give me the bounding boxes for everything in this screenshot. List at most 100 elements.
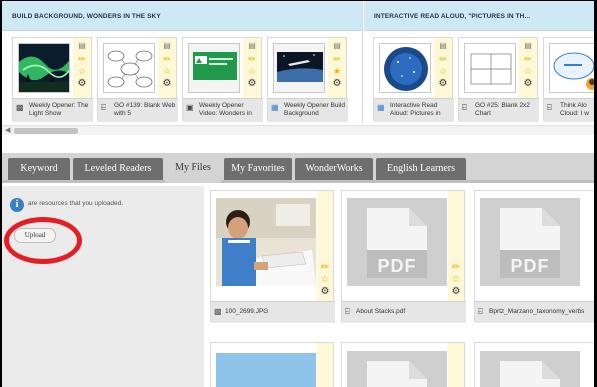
file-thumbnail-pdf[interactable]: PDF bbox=[347, 198, 447, 286]
resource-thumbnail[interactable] bbox=[464, 43, 516, 93]
section-divider bbox=[362, 1, 364, 123]
tab-leveled-readers[interactable]: Leveled Readers bbox=[73, 158, 163, 180]
lesson-planner-icon[interactable]: ▤ bbox=[330, 41, 344, 51]
file-thumbnail-photo[interactable] bbox=[216, 353, 316, 387]
gear-icon[interactable]: ⚙ bbox=[160, 79, 174, 89]
resource-caption[interactable]: ▦ Interactive Read Aloud: Pictures in bbox=[374, 98, 454, 122]
star-outline-icon[interactable]: ☆ bbox=[436, 66, 450, 76]
file-card[interactable] bbox=[210, 342, 334, 387]
file-thumbnail-pdf[interactable]: PDF bbox=[480, 198, 580, 286]
resource-thumbnail[interactable] bbox=[549, 43, 594, 93]
card-action-rail: ▤ ✏ ☆ ⚙ bbox=[158, 38, 176, 98]
file-card[interactable]: PDF ✏ ☆ ⚙ ⍇ About Stacks.pdf bbox=[341, 190, 466, 323]
gear-icon[interactable]: ⚙ bbox=[521, 79, 535, 89]
file-thumbnail-pdf[interactable] bbox=[347, 351, 447, 387]
resource-card[interactable]: ▤ ✏ ☆ ⚙ ⍇ GO #25: Blank 2x2 Chart bbox=[458, 37, 539, 122]
pdf-placeholder bbox=[347, 351, 447, 387]
resource-thumbnail[interactable] bbox=[188, 43, 240, 93]
info-icon: i bbox=[10, 198, 24, 212]
resource-card[interactable]: ▤ ✏ ☆ ⚙ ▣ Weekly Opener Video: Wonders i… bbox=[182, 37, 263, 122]
resource-card[interactable]: ▤ ✏ ★ ⚙ ▦ Weekly Opener Build Background bbox=[267, 37, 348, 122]
resource-caption[interactable]: ⍇ GO #25: Blank 2x2 Chart bbox=[459, 98, 539, 122]
section-title-interactive-read-aloud[interactable]: INTERACTIVE READ ALOUD, "PICTURES IN TH.… bbox=[364, 1, 594, 31]
resource-thumbnail[interactable] bbox=[379, 43, 431, 93]
star-outline-icon[interactable]: ☆ bbox=[521, 66, 535, 76]
scrollbar-thumb[interactable] bbox=[14, 128, 78, 134]
resource-card[interactable]: ▤ ✏ ☆ ⚙ ⍇ GO #139: Blank Web with 5 bbox=[97, 37, 178, 122]
lesson-planner-icon[interactable]: ▤ bbox=[436, 41, 450, 51]
file-card[interactable]: ✏ ☆ ⚙ ▩ 100_2699.JPG bbox=[210, 190, 335, 323]
tab-wonderworks[interactable]: WonderWorks bbox=[295, 158, 373, 180]
gear-icon[interactable]: ⚙ bbox=[449, 287, 463, 297]
pdf-placeholder bbox=[480, 351, 580, 387]
resource-tabs: Keyword Leveled Readers My Files My Favo… bbox=[2, 153, 594, 183]
resource-caption[interactable]: ▩ Weekly Opener: The Light Show bbox=[13, 98, 93, 122]
resource-thumbnail[interactable] bbox=[18, 43, 70, 93]
gear-icon[interactable]: ⚙ bbox=[75, 79, 89, 89]
pencil-icon[interactable]: ✏ bbox=[245, 54, 259, 64]
strip-horizontal-scrollbar[interactable]: ◀ bbox=[2, 125, 594, 135]
pdf-icon: ⍇ bbox=[462, 103, 467, 112]
pdf-placeholder: PDF bbox=[480, 198, 580, 286]
lesson-planner-icon[interactable]: ▤ bbox=[245, 41, 259, 51]
pencil-icon[interactable]: ✏ bbox=[330, 54, 344, 64]
star-outline-icon[interactable]: ☆ bbox=[318, 275, 332, 285]
pdf-icon: ⍇ bbox=[478, 307, 483, 316]
pencil-icon[interactable]: ✏ bbox=[75, 54, 89, 64]
highlight-annotation bbox=[4, 217, 82, 264]
file-card[interactable]: PDF ⍇ Bprtz_Marzano_taxonomy_verbs bbox=[474, 190, 594, 323]
file-thumbnail-pdf[interactable] bbox=[480, 351, 580, 387]
file-thumbnail-photo[interactable] bbox=[216, 198, 316, 286]
pencil-icon[interactable]: ✏ bbox=[449, 263, 463, 273]
gear-icon[interactable]: ⚙ bbox=[330, 79, 344, 89]
card-action-rail: ▤ ✏ ☆ ⚙ bbox=[243, 38, 261, 98]
card-action-rail: ▤ ✏ ☆ ⚙ bbox=[519, 38, 537, 98]
resource-caption[interactable]: ▦ Weekly Opener Build Background bbox=[268, 98, 348, 122]
pencil-icon[interactable]: ✏ bbox=[160, 54, 174, 64]
scroll-left-icon[interactable]: ◀ bbox=[5, 126, 10, 134]
pdf-label: PDF bbox=[377, 256, 417, 276]
star-filled-icon[interactable]: ★ bbox=[330, 66, 344, 76]
pdf-icon: ⍇ bbox=[101, 103, 106, 112]
card-action-rail: ▤ ✏ ☆ ⚙ bbox=[73, 38, 91, 98]
resource-caption[interactable]: ⍇ GO #139: Blank Web with 5 bbox=[98, 98, 178, 122]
pencil-icon[interactable]: ✏ bbox=[521, 54, 535, 64]
lesson-planner-icon[interactable]: ▤ bbox=[521, 41, 535, 51]
resource-card[interactable]: ▤ ✏ ☆ ⚙ ▩ Weekly Opener: The Light Show bbox=[12, 37, 93, 122]
section-title-build-background[interactable]: BUILD BACKGROUND, WONDERS IN THE SKY bbox=[2, 1, 362, 31]
file-caption[interactable]: ⍇ About Stacks.pdf bbox=[342, 301, 466, 323]
star-outline-icon[interactable]: ☆ bbox=[160, 66, 174, 76]
tab-keyword[interactable]: Keyword bbox=[8, 158, 70, 180]
file-caption[interactable]: ▩ 100_2699.JPG bbox=[211, 301, 335, 323]
gear-icon[interactable]: ⚙ bbox=[318, 287, 332, 297]
my-files-grid: ✏ ☆ ⚙ ▩ 100_2699.JPG PDF ✏ ☆ ⚙ ⍇ About S… bbox=[206, 186, 594, 387]
resource-card[interactable]: ⍇ Think Alo Cloud: I w bbox=[543, 37, 594, 122]
image-icon: ▦ bbox=[271, 103, 279, 112]
lesson-planner-icon[interactable]: ▤ bbox=[75, 41, 89, 51]
star-outline-icon[interactable]: ☆ bbox=[449, 275, 463, 285]
video-icon: ▣ bbox=[186, 103, 194, 112]
pdf-icon: ⍇ bbox=[345, 307, 350, 316]
my-files-sidebar: i are resources that you uploaded. Uploa… bbox=[2, 186, 204, 387]
gear-icon[interactable]: ⚙ bbox=[436, 79, 450, 89]
tab-english-learners[interactable]: English Learners bbox=[376, 158, 466, 180]
resource-card[interactable]: ▤ ✏ ☆ ⚙ ▦ Interactive Read Aloud: Pictur… bbox=[373, 37, 454, 122]
resource-thumbnail[interactable] bbox=[103, 43, 155, 93]
image-icon: ▩ bbox=[214, 307, 222, 316]
file-caption[interactable]: ⍇ Bprtz_Marzano_taxonomy_verbs bbox=[475, 301, 594, 323]
star-outline-icon[interactable]: ☆ bbox=[75, 66, 89, 76]
tab-my-favorites[interactable]: My Favorites bbox=[224, 158, 292, 180]
lesson-planner-icon[interactable]: ▤ bbox=[160, 41, 174, 51]
resource-caption[interactable]: ⍇ Think Alo Cloud: I w bbox=[544, 98, 594, 122]
pencil-icon[interactable]: ✏ bbox=[436, 54, 450, 64]
gear-icon[interactable]: ⚙ bbox=[245, 79, 259, 89]
pencil-icon[interactable]: ✏ bbox=[318, 263, 332, 273]
file-action-rail: ✏ ☆ ⚙ bbox=[448, 191, 464, 301]
resource-thumbnail[interactable] bbox=[273, 43, 325, 93]
resource-caption[interactable]: ▣ Weekly Opener Video: Wonders in bbox=[183, 98, 263, 122]
tab-my-files[interactable]: My Files bbox=[165, 157, 221, 183]
star-outline-icon[interactable]: ☆ bbox=[245, 66, 259, 76]
file-card[interactable] bbox=[474, 342, 594, 387]
file-action-rail: ✏ ☆ ⚙ bbox=[317, 191, 333, 301]
file-card[interactable] bbox=[341, 342, 465, 387]
